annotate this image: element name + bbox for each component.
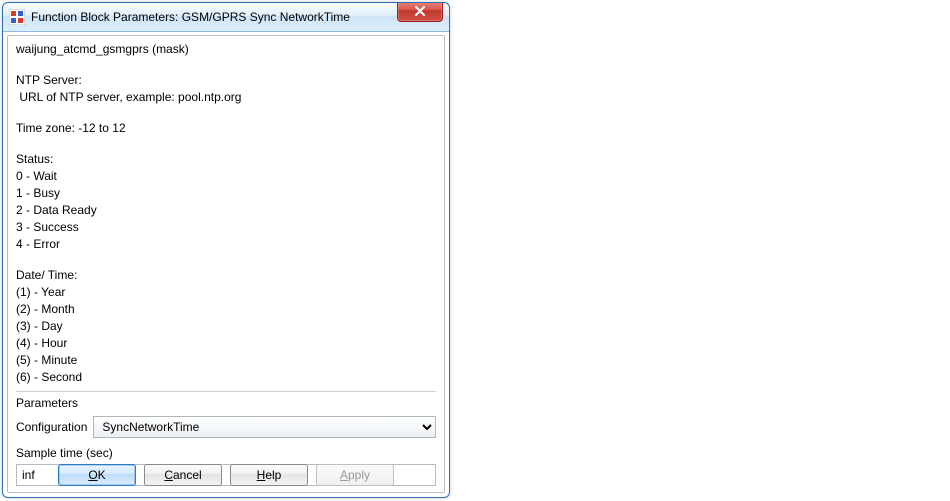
datetime-item: (3) - Day	[16, 319, 436, 334]
window-title: Function Block Parameters: GSM/GPRS Sync…	[31, 10, 350, 24]
configuration-row: Configuration SyncNetworkTime	[16, 416, 436, 438]
ntp-line: URL of NTP server, example: pool.ntp.org	[16, 90, 436, 105]
datetime-item: (4) - Hour	[16, 336, 436, 351]
close-button[interactable]	[397, 2, 443, 22]
content-frame: waijung_atcmd_gsmgprs (mask) NTP Server:…	[7, 35, 445, 493]
configuration-select[interactable]: SyncNetworkTime	[93, 416, 436, 438]
status-item: 4 - Error	[16, 237, 436, 252]
close-icon	[414, 6, 426, 16]
divider	[16, 391, 436, 392]
ok-button[interactable]: OK	[58, 464, 136, 486]
datetime-item: (1) - Year	[16, 285, 436, 300]
button-bar: OK Cancel Help Apply	[8, 464, 444, 486]
description-block: waijung_atcmd_gsmgprs (mask) NTP Server:…	[16, 42, 436, 385]
parameters-label: Parameters	[16, 396, 436, 410]
mask-header: waijung_atcmd_gsmgprs (mask)	[16, 42, 436, 57]
help-button[interactable]: Help	[230, 464, 308, 486]
dialog-window: Function Block Parameters: GSM/GPRS Sync…	[2, 2, 450, 498]
datetime-item: (5) - Minute	[16, 353, 436, 368]
status-item: 0 - Wait	[16, 169, 436, 184]
datetime-header: Date/ Time:	[16, 268, 436, 283]
cancel-button[interactable]: Cancel	[144, 464, 222, 486]
client-area: waijung_atcmd_gsmgprs (mask) NTP Server:…	[3, 31, 449, 497]
status-header: Status:	[16, 152, 436, 167]
apply-button[interactable]: Apply	[316, 464, 394, 486]
status-item: 3 - Success	[16, 220, 436, 235]
status-item: 2 - Data Ready	[16, 203, 436, 218]
sample-time-label: Sample time (sec)	[16, 446, 436, 460]
ntp-header: NTP Server:	[16, 73, 436, 88]
status-item: 1 - Busy	[16, 186, 436, 201]
datetime-item: (6) - Second	[16, 370, 436, 385]
datetime-item: (2) - Month	[16, 302, 436, 317]
timezone-line: Time zone: -12 to 12	[16, 121, 436, 136]
app-icon	[9, 9, 25, 25]
titlebar: Function Block Parameters: GSM/GPRS Sync…	[3, 3, 449, 32]
configuration-label: Configuration	[16, 420, 87, 434]
